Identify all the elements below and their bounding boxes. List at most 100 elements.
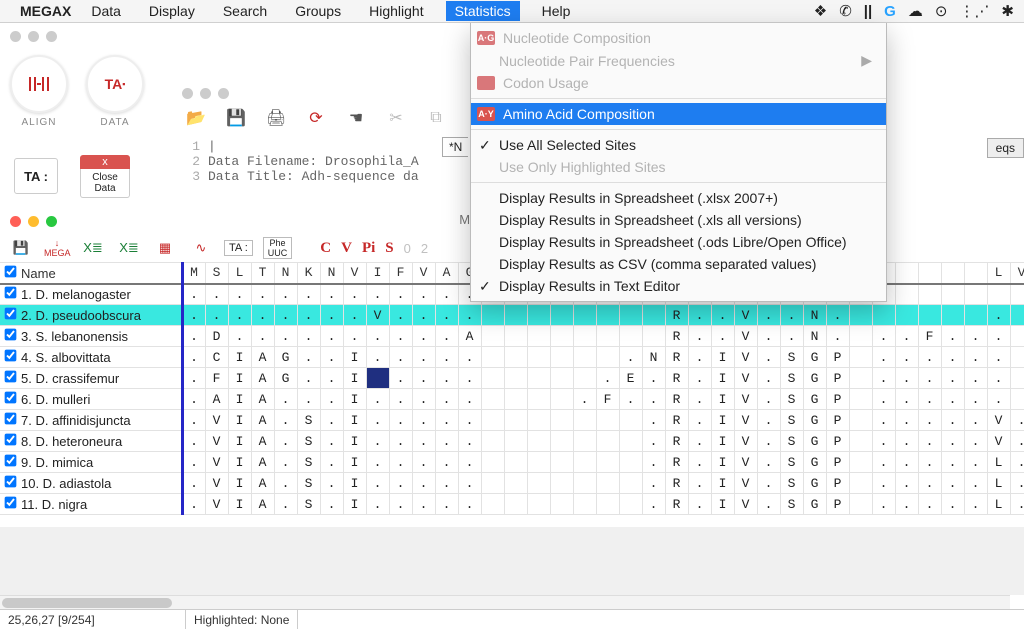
aa-cell[interactable]: N	[803, 305, 826, 326]
aa-cell[interactable]: I	[228, 389, 251, 410]
aa-cell[interactable]: .	[642, 431, 665, 452]
aa-cell[interactable]: .	[757, 305, 780, 326]
bluetooth-icon[interactable]: ✱	[1001, 2, 1014, 20]
aa-cell[interactable]: .	[711, 326, 734, 347]
aa-cell[interactable]	[504, 389, 527, 410]
aa-cell[interactable]	[941, 284, 964, 305]
menu-search[interactable]: Search	[217, 1, 273, 21]
parallels-icon[interactable]: ||	[864, 3, 872, 20]
aa-cell[interactable]: .	[458, 494, 481, 515]
aa-cell[interactable]	[849, 431, 872, 452]
row-name-cell[interactable]: 1. D. melanogaster	[0, 284, 182, 305]
aa-cell[interactable]	[573, 473, 596, 494]
aa-cell[interactable]: .	[297, 305, 320, 326]
aa-cell[interactable]: F	[205, 368, 228, 389]
aa-cell[interactable]	[1010, 305, 1024, 326]
aa-cell[interactable]: .	[435, 473, 458, 494]
menu-display-text-editor[interactable]: Display Results in Text Editor	[471, 275, 886, 297]
aa-cell[interactable]	[573, 431, 596, 452]
aa-cell[interactable]	[918, 305, 941, 326]
aa-cell[interactable]	[619, 431, 642, 452]
aa-cell[interactable]: .	[366, 326, 389, 347]
grid-icon[interactable]: ▦	[152, 240, 178, 256]
aa-cell[interactable]	[481, 368, 504, 389]
row-checkbox[interactable]	[5, 308, 17, 320]
aa-cell[interactable]: R	[665, 452, 688, 473]
aa-cell[interactable]: S	[780, 431, 803, 452]
aa-cell[interactable]: .	[274, 431, 297, 452]
aa-cell[interactable]: .	[435, 368, 458, 389]
table-row[interactable]: 7. D. affinidisjuncta.VIA.S.I......R.IV.…	[0, 410, 1024, 431]
aa-cell[interactable]: .	[987, 305, 1010, 326]
aa-cell[interactable]: .	[412, 305, 435, 326]
aa-cell[interactable]	[849, 473, 872, 494]
aa-cell[interactable]	[481, 347, 504, 368]
col-header[interactable]: V	[343, 263, 366, 284]
aa-cell[interactable]: V	[205, 410, 228, 431]
aa-cell[interactable]: .	[274, 305, 297, 326]
aa-cell[interactable]: A	[251, 473, 274, 494]
aa-cell[interactable]	[987, 284, 1010, 305]
col-header[interactable]: V	[412, 263, 435, 284]
aa-cell[interactable]: .	[274, 473, 297, 494]
aa-cell[interactable]: G	[803, 473, 826, 494]
select-all-checkbox[interactable]	[5, 265, 17, 277]
row-checkbox[interactable]	[5, 392, 17, 404]
aa-cell[interactable]: .	[688, 452, 711, 473]
aa-cell[interactable]: .	[688, 347, 711, 368]
aa-cell[interactable]: V	[987, 431, 1010, 452]
aa-cell[interactable]: .	[918, 347, 941, 368]
aa-cell[interactable]: R	[665, 431, 688, 452]
aa-cell[interactable]: .	[918, 389, 941, 410]
aa-cell[interactable]: R	[665, 410, 688, 431]
row-name-cell[interactable]: 11. D. nigra	[0, 494, 182, 515]
aa-cell[interactable]	[550, 452, 573, 473]
aa-cell[interactable]	[527, 452, 550, 473]
aa-cell[interactable]: V	[205, 431, 228, 452]
aa-cell[interactable]: .	[182, 431, 205, 452]
aa-cell[interactable]	[504, 326, 527, 347]
save-icon[interactable]: 💾	[226, 108, 246, 128]
table-row[interactable]: 8. D. heteroneura.VIA.S.I......R.IV.SGP.…	[0, 431, 1024, 452]
row-name-cell[interactable]: 7. D. affinidisjuncta	[0, 410, 182, 431]
aa-cell[interactable]: .	[941, 368, 964, 389]
aa-cell[interactable]: I	[228, 431, 251, 452]
aa-cell[interactable]: G	[803, 389, 826, 410]
aa-cell[interactable]	[573, 326, 596, 347]
menu-groups[interactable]: Groups	[289, 1, 347, 21]
aa-cell[interactable]: .	[872, 431, 895, 452]
aa-cell[interactable]: .	[435, 431, 458, 452]
aa-cell[interactable]: R	[665, 389, 688, 410]
col-header[interactable]	[964, 263, 987, 284]
aa-cell[interactable]: .	[297, 326, 320, 347]
aa-cell[interactable]	[849, 410, 872, 431]
window-traffic-lights[interactable]	[182, 88, 229, 99]
aa-cell[interactable]: .	[366, 368, 389, 389]
aa-cell[interactable]: .	[619, 389, 642, 410]
row-name-cell[interactable]: 10. D. adiastola	[0, 473, 182, 494]
aa-cell[interactable]: .	[182, 410, 205, 431]
waveform-icon[interactable]: ∿	[188, 240, 214, 256]
aa-cell[interactable]: .	[205, 305, 228, 326]
col-header[interactable]: T	[251, 263, 274, 284]
aa-cell[interactable]	[1010, 284, 1024, 305]
aa-cell[interactable]: I	[343, 452, 366, 473]
aa-cell[interactable]: .	[435, 326, 458, 347]
row-checkbox[interactable]	[5, 434, 17, 446]
aa-cell[interactable]: .	[366, 494, 389, 515]
aa-cell[interactable]: .	[872, 473, 895, 494]
aa-cell[interactable]: I	[711, 410, 734, 431]
aa-cell[interactable]: .	[458, 410, 481, 431]
col-header[interactable]: V	[1010, 263, 1024, 284]
aa-cell[interactable]: .	[757, 368, 780, 389]
aa-cell[interactable]	[619, 473, 642, 494]
aa-cell[interactable]: A	[251, 389, 274, 410]
aa-cell[interactable]: I	[711, 431, 734, 452]
tool-c[interactable]: C	[320, 240, 331, 257]
aa-cell[interactable]: S	[297, 452, 320, 473]
col-header[interactable]: N	[320, 263, 343, 284]
aa-cell[interactable]: .	[757, 431, 780, 452]
aa-cell[interactable]: A	[251, 494, 274, 515]
aa-cell[interactable]: .	[412, 410, 435, 431]
col-header[interactable]: N	[274, 263, 297, 284]
